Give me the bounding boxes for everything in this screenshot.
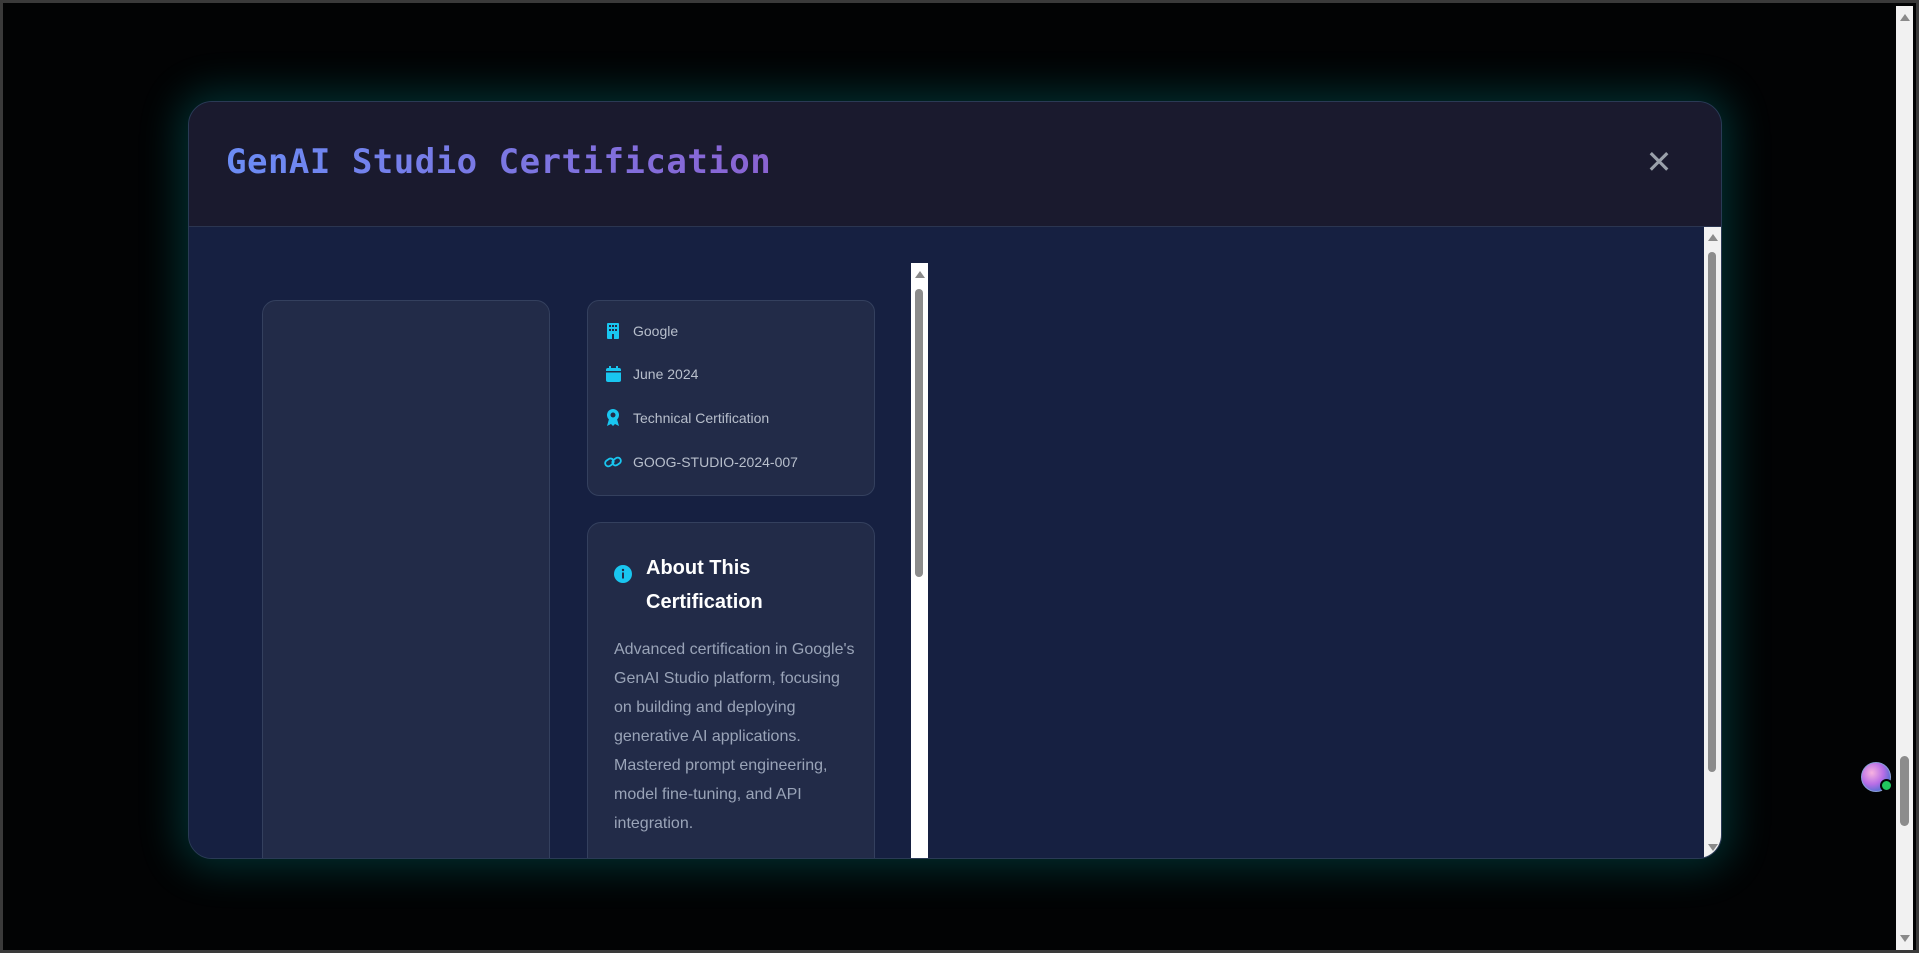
- about-header: About This Certification: [614, 551, 846, 619]
- scroll-up-arrow-icon[interactable]: [1900, 14, 1910, 21]
- avatar[interactable]: [1861, 762, 1893, 792]
- scrollbar-thumb[interactable]: [1708, 252, 1716, 772]
- scrollbar-thumb[interactable]: [1900, 756, 1909, 826]
- about-title: About This Certification: [646, 557, 763, 613]
- about-description: Advanced certification in Google's GenAI…: [614, 641, 855, 832]
- browser-viewport: GenAI Studio Certification ✕ Google June…: [0, 0, 1919, 953]
- details-card: Google June 2024 Technical Certification…: [587, 300, 875, 496]
- about-card: About This Certification Advanced certif…: [587, 522, 875, 858]
- scroll-down-arrow-icon[interactable]: [1708, 844, 1718, 851]
- scroll-up-arrow-icon[interactable]: [1708, 234, 1718, 241]
- link-icon: [604, 453, 622, 471]
- calendar-icon: [604, 365, 622, 383]
- online-status-dot: [1880, 779, 1893, 792]
- close-button[interactable]: ✕: [1641, 144, 1677, 180]
- credential-id-label[interactable]: GOOG-STUDIO-2024-007: [633, 454, 798, 470]
- scroll-down-arrow-icon[interactable]: [1900, 935, 1910, 942]
- date-label: June 2024: [633, 366, 699, 382]
- issuer-label: Google: [633, 323, 679, 339]
- award-icon: [604, 409, 622, 427]
- certificate-image-card: [262, 300, 550, 858]
- building-icon: [604, 322, 622, 340]
- scrollbar-thumb[interactable]: [915, 289, 923, 577]
- certification-modal: GenAI Studio Certification ✕ Google June…: [188, 101, 1722, 859]
- type-label: Technical Certification: [633, 410, 770, 426]
- scroll-up-arrow-icon[interactable]: [915, 271, 925, 278]
- modal-scrollbar[interactable]: [1704, 227, 1721, 858]
- modal-title: GenAI Studio Certification: [226, 142, 772, 182]
- detail-issuer: Google: [604, 319, 678, 343]
- detail-type: Technical Certification: [604, 406, 769, 430]
- detail-credential: GOOG-STUDIO-2024-007: [604, 450, 798, 474]
- modal-header: GenAI Studio Certification ✕: [189, 102, 1721, 227]
- info-icon: [614, 565, 632, 583]
- detail-date: June 2024: [604, 362, 698, 386]
- modal-body: Google June 2024 Technical Certification…: [189, 227, 1721, 858]
- content-scrollbar[interactable]: [911, 263, 928, 858]
- page-scrollbar[interactable]: [1896, 6, 1913, 950]
